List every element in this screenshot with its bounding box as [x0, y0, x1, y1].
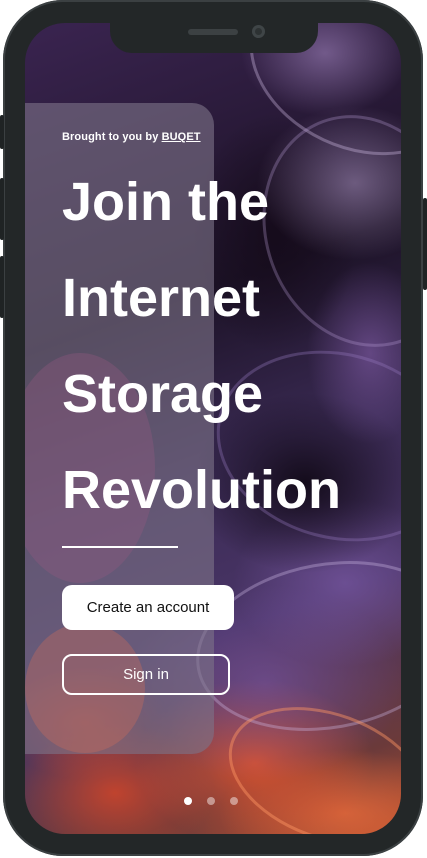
- pagination-dot-2[interactable]: [207, 797, 215, 805]
- headline-line-2: Internet: [62, 268, 261, 328]
- pagination-dots: [184, 797, 238, 805]
- pagination-dot-3[interactable]: [230, 797, 238, 805]
- headline-line-3: Storage: [62, 364, 264, 424]
- headline-line-1: Join the: [62, 172, 270, 232]
- background-swirl: [195, 324, 401, 568]
- front-camera: [252, 25, 265, 38]
- volume-up-button: [0, 178, 4, 240]
- volume-down-button: [0, 256, 4, 318]
- sign-in-button[interactable]: Sign in: [62, 654, 230, 695]
- screen: [25, 23, 401, 834]
- notch: [110, 23, 318, 53]
- brought-by-prefix: Brought to you by: [62, 131, 162, 143]
- silent-switch: [0, 115, 4, 149]
- brought-by-text: Brought to you by BUQET: [62, 131, 201, 143]
- pagination-dot-1[interactable]: [184, 797, 192, 805]
- create-account-button[interactable]: Create an account: [62, 585, 234, 630]
- brand-link[interactable]: BUQET: [162, 131, 201, 143]
- power-button: [423, 198, 427, 290]
- headline-line-4: Revolution: [62, 460, 341, 520]
- headline-divider: [62, 546, 178, 548]
- speaker-grille: [188, 29, 238, 35]
